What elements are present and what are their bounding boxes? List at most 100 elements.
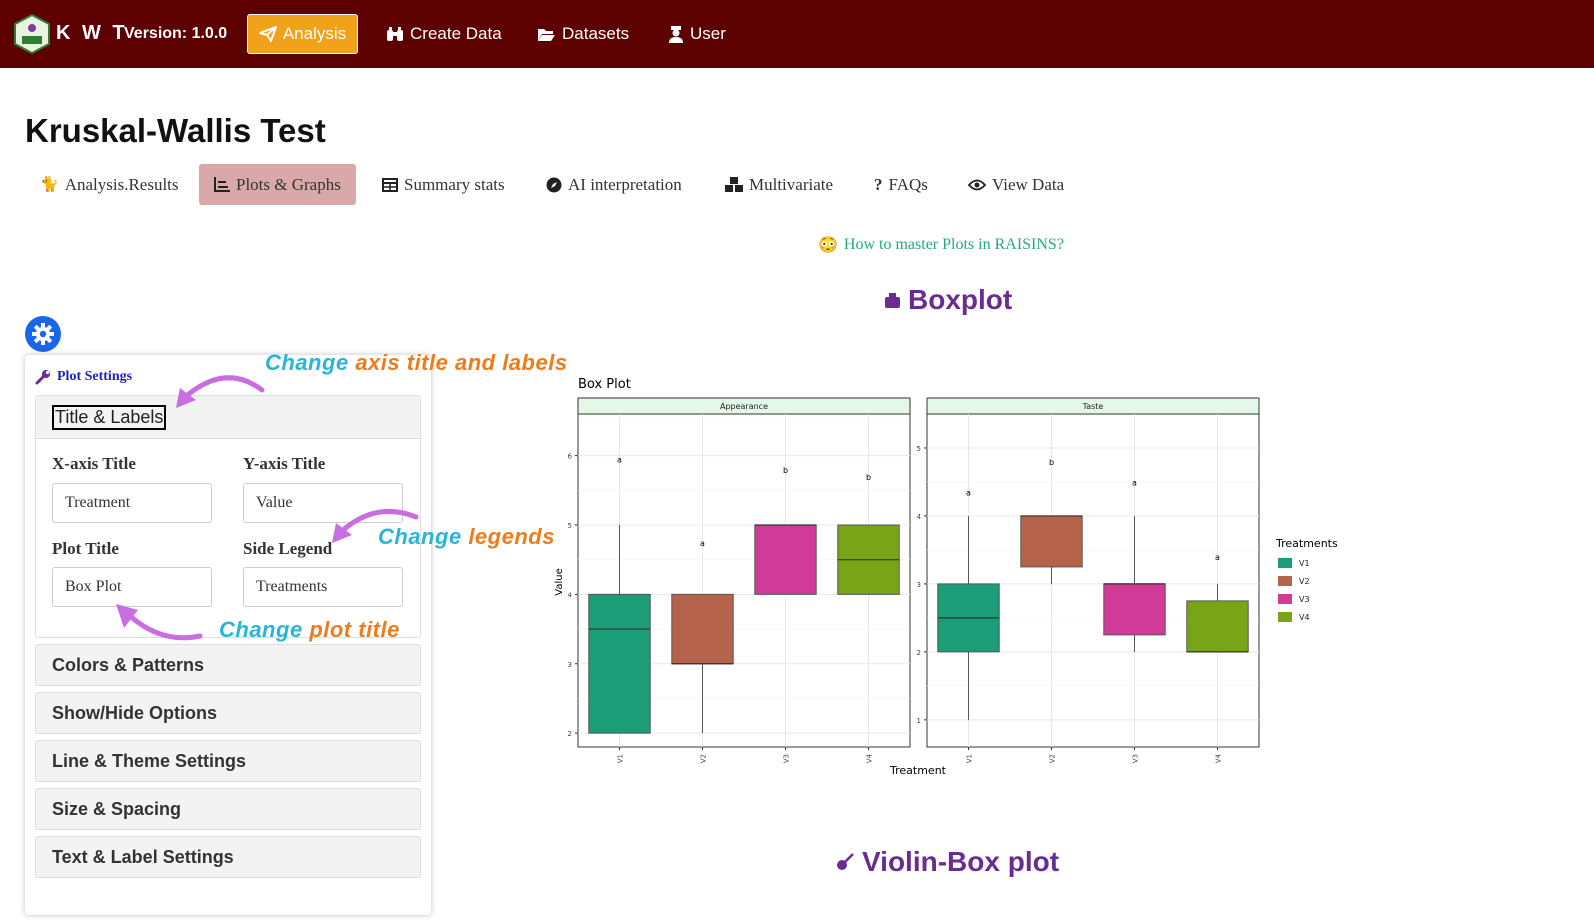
guitar-icon — [837, 853, 854, 870]
nav-datasets[interactable]: Datasets — [537, 24, 629, 44]
folder-open-icon — [538, 28, 555, 41]
box-V1 — [588, 593, 651, 734]
arrow-legends — [332, 509, 419, 543]
accordion-title-labels-label: Title & Labels — [52, 404, 167, 430]
cubes-icon — [725, 176, 743, 192]
y-tick-label: 3 — [917, 581, 921, 589]
x-axis-title-input[interactable]: Treatment — [52, 483, 212, 523]
tab-ai-interpretation-label: AI interpretation — [568, 174, 682, 194]
nav-analysis[interactable]: Analysis — [247, 14, 358, 54]
nav-create-data-label: Create Data — [410, 24, 502, 43]
chart-x-axis-title: Treatment — [889, 764, 947, 777]
x-tick-label: V3 — [783, 754, 791, 763]
boxplot-title-text: Boxplot — [908, 284, 1013, 315]
significance-letter: a — [1215, 553, 1220, 562]
side-legend-label: Side Legend — [243, 539, 333, 558]
plot-settings-header: Plot Settings — [35, 369, 132, 385]
facet-label-1: Taste — [1082, 402, 1104, 411]
page-title: Kruskal-Wallis Test — [25, 112, 326, 149]
tab-view-data[interactable]: View Data — [968, 164, 1064, 205]
raisins-logo[interactable] — [14, 14, 50, 54]
box-V2 — [1020, 515, 1083, 568]
boxplot-chart: Box Plot Treatment Value Treatments Appe… — [554, 377, 1338, 777]
nav-create-data[interactable]: Create Data — [386, 24, 502, 44]
tab-multivariate[interactable]: Multivariate — [725, 164, 833, 205]
x-axis-title-label: X-axis Title — [52, 454, 136, 473]
chart-icon — [214, 177, 230, 192]
annotation-plot-title-target: plot title — [309, 617, 400, 642]
y-tick-label: 5 — [568, 522, 572, 530]
y-tick-label: 1 — [917, 717, 921, 725]
accordion-colors-patterns[interactable]: Colors & Patterns — [35, 644, 421, 686]
accordion-show-hide-options[interactable]: Show/Hide Options — [35, 692, 421, 734]
box-V2 — [671, 593, 734, 665]
plot-title-label: Plot Title — [52, 539, 119, 558]
box-V3 — [1103, 583, 1166, 636]
significance-letter: a — [966, 489, 971, 498]
x-tick-label: V2 — [1049, 754, 1057, 763]
annotation-axis: Change axis title and labels — [265, 350, 568, 376]
annotation-legends-target: legends — [468, 524, 555, 549]
y-tick-label: 2 — [917, 649, 921, 657]
legend-label-V1: V1 — [1299, 559, 1310, 568]
tab-plots-graphs-label: Plots & Graphs — [236, 174, 341, 194]
tab-faqs-label: FAQs — [888, 174, 928, 194]
plot-settings-header-label: Plot Settings — [57, 369, 133, 384]
cat-icon: 🐈 — [40, 177, 59, 193]
y-tick-label: 6 — [568, 453, 573, 461]
legend-label-V4: V4 — [1299, 613, 1310, 622]
tab-ai-interpretation[interactable]: AI interpretation — [546, 164, 682, 205]
binoculars-icon — [387, 27, 403, 41]
significance-letter: a — [1132, 478, 1137, 487]
accordion-text-label-settings[interactable]: Text & Label Settings — [35, 836, 421, 878]
nav-user-label: User — [690, 24, 726, 43]
x-tick-label: V3 — [1132, 754, 1140, 763]
tab-analysis-results[interactable]: 🐈 Analysis.Results — [40, 164, 179, 205]
y-tick-label: 5 — [917, 445, 921, 453]
y-axis-title-label: Y-axis Title — [243, 454, 326, 473]
y-tick-label: 3 — [568, 661, 572, 669]
tab-faqs[interactable]: ? FAQs — [874, 164, 928, 205]
annotation-axis-target: axis title and labels — [355, 350, 568, 375]
boxplot-section-title: Boxplot — [885, 284, 1012, 316]
significance-letter: b — [783, 466, 788, 475]
significance-letter: b — [866, 473, 871, 482]
annotation-axis-verb: Change — [265, 350, 349, 375]
version-label: Version: 1.0.0 — [124, 25, 228, 42]
legend-swatch-V4 — [1278, 612, 1292, 622]
legend-label-V2: V2 — [1299, 577, 1310, 586]
x-tick-label: V4 — [1215, 753, 1223, 763]
tab-summary-stats[interactable]: Summary stats — [382, 164, 505, 205]
wrench-icon — [35, 370, 50, 385]
legend-label-V3: V3 — [1299, 595, 1310, 604]
x-tick-label: V1 — [966, 754, 974, 763]
significance-letter: a — [700, 539, 705, 548]
y-tick-label: 2 — [568, 730, 572, 738]
legend-swatch-V3 — [1278, 594, 1292, 604]
box-icon — [885, 292, 900, 308]
nav-datasets-label: Datasets — [562, 24, 630, 43]
emoji-icon: 😳 — [818, 237, 838, 254]
x-tick-label: V1 — [617, 754, 625, 763]
tab-multivariate-label: Multivariate — [749, 174, 834, 194]
facet-label-0: Appearance — [720, 402, 768, 411]
accordion-line-theme-settings[interactable]: Line & Theme Settings — [35, 740, 421, 782]
arrow-axis — [176, 375, 265, 408]
significance-letter: a — [617, 456, 622, 465]
paper-plane-icon — [258, 26, 277, 42]
arrow-plot-title — [116, 604, 203, 641]
violin-section-title: Violin-Box plot — [836, 846, 1059, 878]
side-legend-input[interactable]: Treatments — [243, 567, 403, 607]
accordion-size-spacing[interactable]: Size & Spacing — [35, 788, 421, 830]
brand-name: K W T — [56, 22, 128, 44]
help-link[interactable]: 😳 How to master Plots in RAISINS? — [818, 235, 1064, 255]
x-tick-label: V4 — [866, 753, 874, 763]
user-icon — [669, 25, 683, 43]
y-tick-label: 4 — [568, 591, 573, 599]
panel-frame-1 — [926, 413, 1260, 748]
tab-summary-stats-label: Summary stats — [404, 174, 505, 194]
settings-toggle-button[interactable] — [25, 316, 61, 352]
nav-user[interactable]: User — [668, 24, 726, 44]
top-navbar: K W T Version: 1.0.0 Analysis Create Dat… — [0, 0, 1594, 68]
tab-plots-graphs[interactable]: Plots & Graphs — [199, 164, 356, 205]
